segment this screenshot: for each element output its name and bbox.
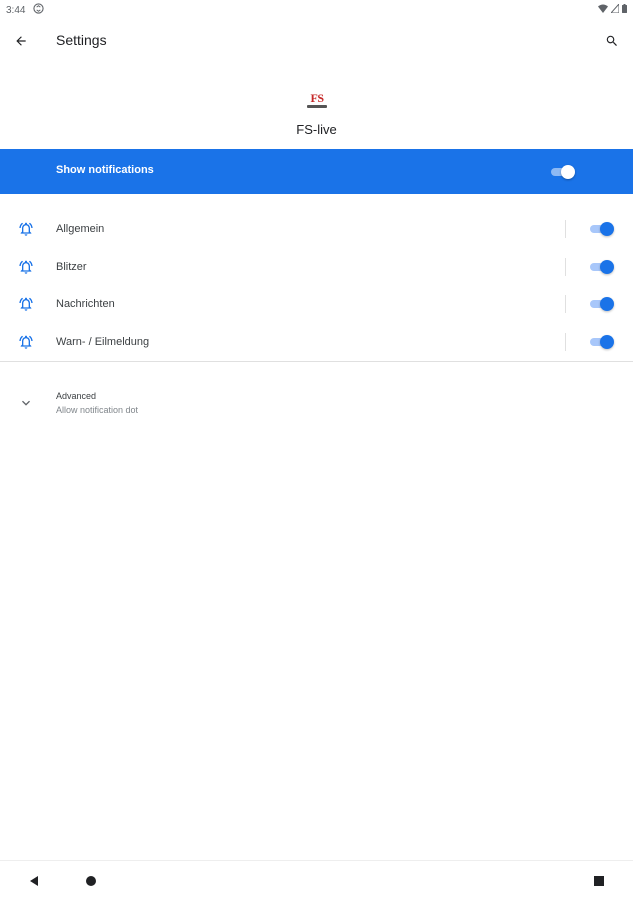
- channel-switch-nachrichten[interactable]: [590, 297, 616, 311]
- channel-switch-allgemein[interactable]: [590, 222, 616, 236]
- switch-thumb: [600, 222, 614, 236]
- row-divider: [565, 332, 566, 351]
- show-notifications-switch[interactable]: [551, 165, 577, 179]
- bell-ringing-icon: [19, 297, 33, 311]
- chevron-down-icon: [22, 400, 30, 406]
- wifi-icon: [598, 4, 608, 16]
- row-divider: [565, 295, 566, 313]
- app-name: FS-live: [296, 122, 337, 137]
- bell-ringing-icon: [19, 335, 33, 349]
- app-header: FS FS-live: [0, 80, 633, 146]
- search-button[interactable]: [599, 28, 625, 54]
- channel-label: Allgemein: [56, 223, 105, 235]
- status-right: [598, 2, 627, 16]
- channel-switch-blitzer[interactable]: [590, 259, 616, 274]
- nav-home-icon[interactable]: [84, 874, 98, 888]
- switch-thumb: [600, 297, 614, 311]
- sync-status-icon: [33, 3, 45, 17]
- advanced-title: Advanced: [56, 391, 97, 401]
- channel-row-nachrichten[interactable]: Nachrichten: [0, 285, 633, 323]
- battery-icon: [622, 4, 627, 16]
- search-icon: [606, 35, 617, 46]
- nav-back-icon[interactable]: [27, 874, 41, 888]
- row-divider: [565, 257, 566, 276]
- bell-ringing-icon: [19, 222, 33, 236]
- bell-ringing-icon: [19, 260, 33, 274]
- channel-label: Nachrichten: [56, 298, 115, 310]
- page-title: Settings: [56, 32, 107, 48]
- channel-row-blitzer[interactable]: Blitzer: [0, 248, 633, 286]
- advanced-summary: Allow notification dot: [56, 405, 139, 415]
- switch-thumb: [561, 165, 575, 179]
- show-notifications-row[interactable]: Show notifications: [0, 149, 633, 194]
- row-divider: [565, 220, 566, 238]
- channel-label: Warn- / Eilmeldung: [56, 335, 150, 348]
- status-left: 3:44: [6, 3, 45, 17]
- back-button[interactable]: [8, 28, 34, 54]
- cell-signal-icon: [609, 2, 620, 16]
- settings-screen: 3:44 Settings FS FS-live Show notificati…: [0, 0, 633, 900]
- channel-row-warn-eilmeldung[interactable]: Warn- / Eilmeldung: [0, 323, 633, 361]
- arrow-back-icon: [16, 36, 26, 46]
- advanced-row[interactable]: Advanced Allow notification dot: [0, 383, 633, 423]
- section-divider: [0, 361, 633, 362]
- app-logo-text: FS: [310, 90, 324, 105]
- show-notifications-label: Show notifications: [56, 164, 154, 176]
- channel-switch-warn-eilmeldung[interactable]: [590, 334, 616, 349]
- app-logo-underline: [307, 104, 327, 108]
- status-bar: 3:44: [0, 0, 633, 20]
- system-nav-bar: [0, 861, 633, 900]
- channel-list: Allgemein Blitzer Nachrichten Warn- / Ei…: [0, 210, 633, 360]
- nav-recents-icon[interactable]: [592, 874, 606, 888]
- switch-thumb: [600, 259, 614, 274]
- channel-label: Blitzer: [56, 260, 87, 273]
- channel-row-allgemein[interactable]: Allgemein: [0, 210, 633, 248]
- switch-thumb: [600, 334, 614, 349]
- app-logo: FS: [302, 85, 332, 115]
- status-time: 3:44: [6, 4, 26, 16]
- toolbar: Settings: [0, 20, 633, 62]
